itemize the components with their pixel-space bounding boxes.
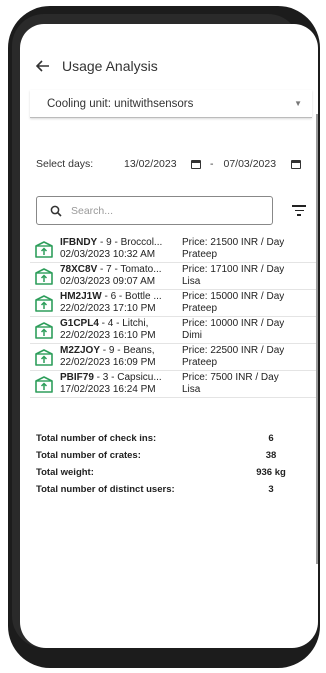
total-value: 38: [265, 450, 277, 461]
total-label: Total number of check ins:: [36, 433, 157, 444]
checkin-code: G1CPL4: [60, 318, 99, 329]
checkin-info: HM2J1W - 6 - Bottle ... 22/02/2023 17:10…: [60, 291, 180, 315]
checkin-user: Lisa: [182, 276, 201, 287]
select-days-label: Select days:: [36, 158, 94, 170]
total-row: Total number of check ins: 6: [36, 433, 286, 450]
checkin-info: IFBNDY - 9 - Broccol... 02/03/2023 10:32…: [60, 237, 180, 261]
search-box: [36, 196, 273, 225]
back-arrow-icon[interactable]: [36, 57, 54, 75]
checkin-code: HM2J1W: [60, 291, 102, 302]
list-item[interactable]: G1CPL4 - 4 - Litchi, 22/02/2023 16:10 PM…: [30, 317, 318, 344]
page-title: Usage Analysis: [62, 58, 158, 74]
checkin-price-info: Price: 21500 INR / Day Prateep: [182, 237, 284, 261]
crate-checkin-icon: [34, 295, 54, 315]
checkin-desc: - 6 - Bottle ...: [101, 291, 162, 302]
checkin-price: Price: 17100 INR / Day: [182, 264, 285, 275]
checkin-title: M2ZJOY - 9 - Beans,: [60, 345, 180, 357]
search-icon: [50, 204, 64, 218]
app-header: Usage Analysis: [20, 54, 318, 78]
date-range-row: Select days: 13/02/2023 - 07/03/2023: [36, 156, 318, 172]
checkin-price: Price: 7500 INR / Day: [182, 372, 279, 383]
checkin-info: G1CPL4 - 4 - Litchi, 22/02/2023 16:10 PM: [60, 318, 180, 342]
checkin-user: Lisa: [182, 384, 201, 395]
checkin-price-info: Price: 22500 INR / Day Prateep: [182, 345, 284, 369]
checkin-user: Prateep: [182, 357, 218, 368]
checkin-title: G1CPL4 - 4 - Litchi,: [60, 318, 180, 330]
checkin-title: PBIF79 - 3 - Capsicu...: [60, 372, 180, 384]
list-item[interactable]: HM2J1W - 6 - Bottle ... 22/02/2023 17:10…: [30, 290, 318, 317]
total-row: Total weight: 936 kg: [36, 467, 286, 484]
total-row: Total number of crates: 38: [36, 450, 286, 467]
checkin-desc: - 9 - Beans,: [100, 345, 155, 356]
checkin-datetime: 22/02/2023 16:09 PM: [60, 357, 156, 368]
app-screen: Usage Analysis Cooling unit: unitwithsen…: [20, 24, 318, 648]
end-date-field[interactable]: 07/03/2023: [224, 158, 282, 170]
calendar-icon[interactable]: [191, 159, 201, 169]
search-input[interactable]: [71, 204, 261, 217]
total-label: Total number of crates:: [36, 450, 141, 461]
checkin-user: Prateep: [182, 249, 218, 260]
crate-checkin-icon: [34, 322, 54, 342]
checkin-code: M2ZJOY: [60, 345, 101, 356]
checkin-user: Prateep: [182, 303, 218, 314]
checkin-list: IFBNDY - 9 - Broccol... 02/03/2023 10:32…: [30, 236, 318, 398]
list-item[interactable]: M2ZJOY - 9 - Beans, 22/02/2023 16:09 PM …: [30, 344, 318, 371]
checkin-info: M2ZJOY - 9 - Beans, 22/02/2023 16:09 PM: [60, 345, 180, 369]
scrollbar[interactable]: [316, 114, 318, 564]
checkin-price-info: Price: 7500 INR / Day Lisa: [182, 372, 279, 396]
checkin-title: 78XC8V - 7 - Tomato...: [60, 264, 180, 276]
chevron-down-icon: ▼: [294, 99, 302, 108]
totals-summary: Total number of check ins: 6 Total numbe…: [36, 433, 286, 501]
checkin-info: PBIF79 - 3 - Capsicu... 17/02/2023 16:24…: [60, 372, 180, 396]
checkin-price: Price: 22500 INR / Day: [182, 345, 285, 356]
checkin-datetime: 17/02/2023 16:24 PM: [60, 384, 156, 395]
checkin-price: Price: 21500 INR / Day: [182, 237, 285, 248]
checkin-price: Price: 10000 INR / Day: [182, 318, 285, 329]
checkin-title: IFBNDY - 9 - Broccol...: [60, 237, 180, 249]
crate-checkin-icon: [34, 268, 54, 288]
checkin-desc: - 3 - Capsicu...: [93, 372, 162, 383]
checkin-code: PBIF79: [60, 372, 94, 383]
crate-checkin-icon: [34, 376, 54, 396]
checkin-desc: - 9 - Broccol...: [97, 237, 163, 248]
total-label: Total weight:: [36, 467, 94, 478]
checkin-datetime: 02/03/2023 09:07 AM: [60, 276, 156, 287]
checkin-title: HM2J1W - 6 - Bottle ...: [60, 291, 180, 303]
total-value: 3: [268, 484, 274, 495]
checkin-datetime: 22/02/2023 16:10 PM: [60, 330, 156, 341]
checkin-user: Dimi: [182, 330, 202, 341]
checkin-info: 78XC8V - 7 - Tomato... 02/03/2023 09:07 …: [60, 264, 180, 288]
list-item[interactable]: 78XC8V - 7 - Tomato... 02/03/2023 09:07 …: [30, 263, 318, 290]
total-row: Total number of distinct users: 3: [36, 484, 286, 501]
checkin-datetime: 02/03/2023 10:32 AM: [60, 249, 156, 260]
total-value: 6: [268, 433, 274, 444]
checkin-price: Price: 15000 INR / Day: [182, 291, 285, 302]
list-item[interactable]: IFBNDY - 9 - Broccol... 02/03/2023 10:32…: [30, 236, 318, 263]
checkin-desc: - 4 - Litchi,: [98, 318, 149, 329]
checkin-datetime: 22/02/2023 17:10 PM: [60, 303, 156, 314]
cooling-unit-label: Cooling unit: unitwithsensors: [47, 97, 194, 110]
checkin-code: 78XC8V: [60, 264, 98, 275]
cooling-unit-select[interactable]: Cooling unit: unitwithsensors ▼: [30, 90, 312, 118]
filter-icon[interactable]: [292, 205, 306, 217]
crate-checkin-icon: [34, 241, 54, 261]
date-separator: -: [210, 158, 214, 170]
crate-checkin-icon: [34, 349, 54, 369]
list-item[interactable]: PBIF79 - 3 - Capsicu... 17/02/2023 16:24…: [30, 371, 318, 398]
calendar-icon[interactable]: [290, 159, 301, 169]
checkin-price-info: Price: 15000 INR / Day Prateep: [182, 291, 284, 315]
total-label: Total number of distinct users:: [36, 484, 175, 495]
start-date-field[interactable]: 13/02/2023: [124, 158, 182, 170]
checkin-desc: - 7 - Tomato...: [97, 264, 162, 275]
checkin-price-info: Price: 17100 INR / Day Lisa: [182, 264, 284, 288]
total-value: 936 kg: [256, 467, 286, 478]
checkin-price-info: Price: 10000 INR / Day Dimi: [182, 318, 284, 342]
checkin-code: IFBNDY: [60, 237, 98, 248]
